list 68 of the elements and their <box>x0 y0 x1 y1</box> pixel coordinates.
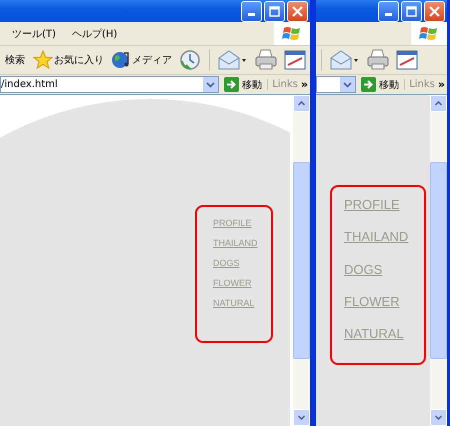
close-icon <box>292 6 303 16</box>
globe-icon <box>111 50 131 70</box>
clock-icon <box>179 49 201 71</box>
close-button[interactable] <box>287 0 308 22</box>
go-button[interactable]: 移動 <box>222 77 264 92</box>
scrollbar[interactable] <box>293 95 310 426</box>
windows-flag-icon <box>282 24 302 42</box>
address-field[interactable]: /index.html <box>0 76 220 93</box>
printer-icon <box>367 49 389 71</box>
minimize-icon <box>248 13 255 16</box>
nav-link[interactable]: THAILAND <box>213 238 271 249</box>
search-button[interactable]: 検索 <box>2 53 28 67</box>
edit-button[interactable] <box>282 50 308 70</box>
envelope-icon <box>330 49 360 71</box>
arrow-icon <box>361 77 376 92</box>
dropdown-button[interactable] <box>203 77 218 92</box>
maximize-button[interactable] <box>401 0 422 22</box>
menu-item[interactable]: ツール(T) <box>0 26 64 40</box>
windows-flag-icon <box>419 24 439 42</box>
address-field[interactable] <box>316 76 356 93</box>
favorites-button[interactable]: お気に入り <box>31 50 106 70</box>
document-pen-icon <box>284 50 306 70</box>
nav-link[interactable]: FLOWER <box>213 278 271 289</box>
star-icon <box>33 50 53 70</box>
envelope-icon <box>218 49 248 71</box>
arrow-icon <box>224 77 240 92</box>
scroll-thumb[interactable] <box>293 162 310 359</box>
links-button[interactable]: Links <box>404 79 435 90</box>
chevron-button[interactable]: » <box>438 78 447 91</box>
go-button[interactable]: 移動 <box>359 77 402 92</box>
nav-link[interactable]: PROFILE <box>213 219 271 229</box>
scrollbar[interactable] <box>430 95 447 426</box>
nav-link[interactable]: THAILAND <box>344 230 424 245</box>
nav-link[interactable]: NATURAL <box>213 298 271 308</box>
print-button[interactable] <box>365 49 391 71</box>
nav-link[interactable]: FLOWER <box>344 294 424 310</box>
printer-icon <box>255 49 277 71</box>
nav-link[interactable]: DOGS <box>344 262 424 277</box>
nav-link[interactable]: NATURAL <box>344 327 424 342</box>
print-button[interactable] <box>253 49 279 71</box>
minimize-icon <box>385 13 392 16</box>
chevron-up-icon <box>298 101 305 106</box>
chevron-button[interactable]: » <box>300 78 310 91</box>
chevron-down-icon <box>435 415 442 420</box>
chevron-down-icon <box>343 82 352 88</box>
scroll-up-button[interactable] <box>430 95 447 112</box>
close-button[interactable] <box>424 0 445 22</box>
scroll-down-button[interactable] <box>293 409 310 426</box>
edit-button[interactable] <box>394 50 420 70</box>
scroll-thumb[interactable] <box>430 162 447 359</box>
document-pen-icon <box>396 50 418 70</box>
close-icon <box>429 6 440 16</box>
nav-link[interactable]: PROFILE <box>344 198 424 212</box>
scroll-up-button[interactable] <box>293 95 310 112</box>
nav-link[interactable]: DOGS <box>213 258 271 269</box>
links-button[interactable]: Links <box>267 79 298 90</box>
maximize-icon <box>269 6 280 16</box>
chevron-up-icon <box>435 101 442 106</box>
minimize-button[interactable] <box>378 0 399 22</box>
media-button[interactable]: メディア <box>109 50 174 70</box>
menu-item[interactable]: ヘルプ(H) <box>64 26 126 40</box>
maximize-icon <box>406 6 417 16</box>
minimize-button[interactable] <box>241 0 262 22</box>
dropdown-button[interactable] <box>340 77 356 92</box>
chevron-down-icon <box>206 82 216 88</box>
chevron-down-icon <box>298 415 305 420</box>
scroll-down-button[interactable] <box>430 409 447 426</box>
maximize-button[interactable] <box>264 0 285 22</box>
